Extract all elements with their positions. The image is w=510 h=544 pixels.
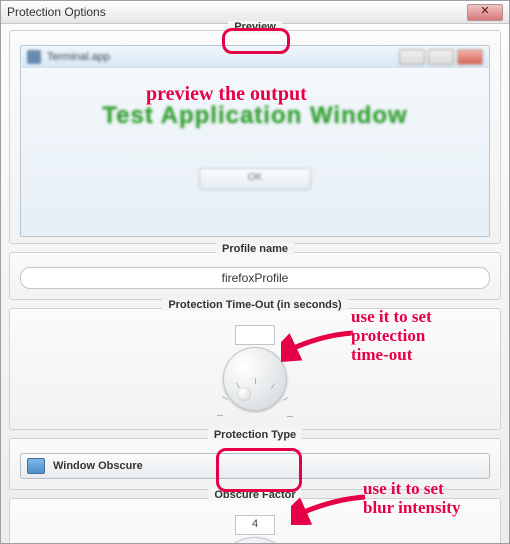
window-icon bbox=[27, 458, 45, 474]
preview-mini-title: Terminal.app bbox=[47, 51, 110, 63]
preview-ok-button[interactable]: OK bbox=[199, 168, 311, 190]
close-icon bbox=[457, 49, 483, 65]
preview-group: Preview Terminal.app Test Application Wi… bbox=[9, 30, 501, 244]
preview-thumbnail: Terminal.app Test Application Window OK bbox=[20, 45, 490, 237]
obscure-factor-legend: Obscure Factor bbox=[208, 489, 301, 501]
profile-name-input[interactable] bbox=[20, 267, 490, 289]
minimize-icon bbox=[399, 49, 425, 65]
protection-type-legend: Protection Type bbox=[208, 429, 302, 441]
obscure-readout[interactable]: 4 bbox=[235, 515, 275, 535]
timeout-dial-wrap bbox=[20, 325, 490, 415]
timeout-readout[interactable] bbox=[235, 325, 275, 345]
protection-type-group: Protection Type Window Obscure bbox=[9, 438, 501, 490]
preview-legend: Preview bbox=[228, 21, 282, 33]
timeout-group: Protection Time-Out (in seconds) bbox=[9, 308, 501, 430]
protection-options-window: Protection Options ✕ Preview Terminal.ap… bbox=[0, 0, 510, 544]
preview-app-icon bbox=[27, 50, 41, 64]
maximize-icon bbox=[428, 49, 454, 65]
timeout-legend: Protection Time-Out (in seconds) bbox=[162, 299, 347, 311]
close-button[interactable]: ✕ bbox=[467, 4, 503, 21]
preview-app-text: Test Application Window bbox=[102, 102, 407, 130]
protection-type-value: Window Obscure bbox=[53, 460, 143, 472]
timeout-dial[interactable] bbox=[223, 347, 287, 411]
obscure-dial-wrap: 4 bbox=[20, 515, 490, 544]
preview-mini-titlebar: Terminal.app bbox=[21, 46, 489, 69]
preview-mini-body: Test Application Window OK bbox=[21, 68, 489, 236]
obscure-factor-group: Obscure Factor 4 bbox=[9, 498, 501, 544]
window-title: Protection Options bbox=[7, 5, 106, 19]
profile-name-legend: Profile name bbox=[216, 243, 294, 255]
protection-type-combo[interactable]: Window Obscure bbox=[20, 453, 490, 479]
profile-name-group: Profile name bbox=[9, 252, 501, 300]
obscure-dial[interactable] bbox=[216, 537, 294, 544]
window-body: Preview Terminal.app Test Application Wi… bbox=[1, 24, 509, 544]
